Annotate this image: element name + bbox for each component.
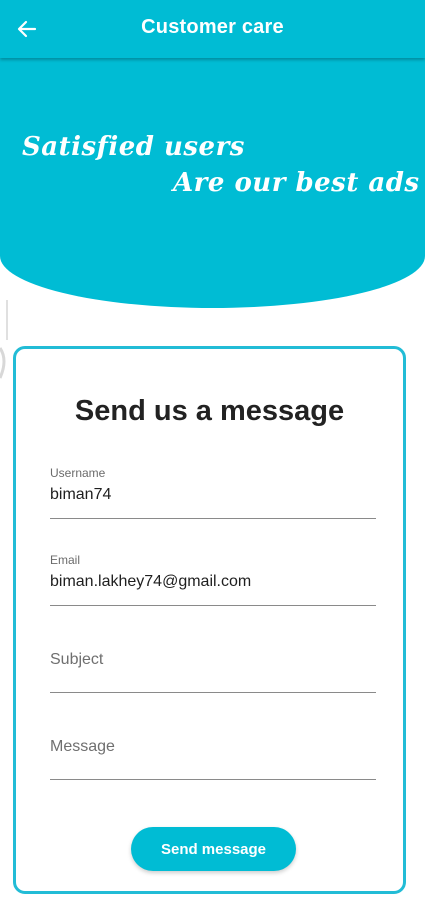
page-title: Customer care — [141, 16, 284, 38]
username-field[interactable]: Username biman74 — [50, 461, 376, 519]
message-placeholder: Message — [50, 738, 115, 755]
banner-tagline-1: Satisfied users — [22, 132, 245, 162]
form-title: Send us a message — [74, 395, 345, 427]
edge-decoration — [0, 300, 8, 379]
email-field[interactable]: Email biman.lakhey74@gmail.com — [50, 548, 376, 606]
send-message-button[interactable]: Send message — [131, 827, 296, 871]
message-form-card: Send us a message Username biman74 Email… — [13, 346, 406, 894]
message-field[interactable]: Message — [50, 722, 376, 780]
username-value[interactable]: biman74 — [50, 486, 111, 504]
email-value[interactable]: biman.lakhey74@gmail.com — [50, 573, 251, 591]
subject-field[interactable]: Subject — [50, 635, 376, 693]
email-label: Email — [50, 553, 81, 567]
banner-tagline-2: Are our best ads — [173, 168, 420, 198]
app-bar: Customer care — [0, 0, 425, 58]
subject-placeholder: Subject — [50, 651, 104, 668]
username-label: Username — [50, 466, 106, 480]
hero-banner: Satisfied users Are our best ads — [0, 58, 425, 308]
